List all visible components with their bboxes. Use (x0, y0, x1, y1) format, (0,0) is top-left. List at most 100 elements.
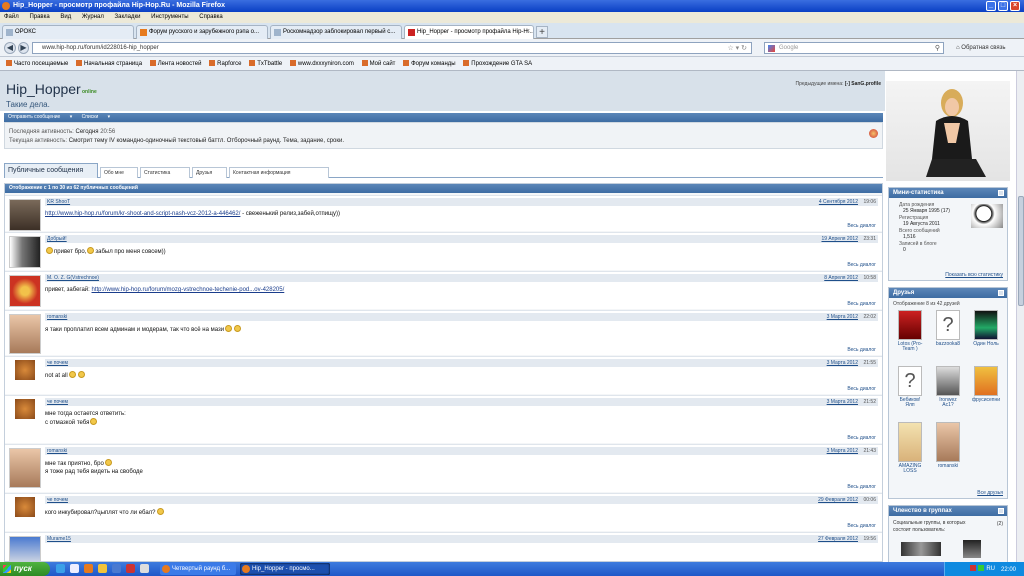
avatar[interactable] (9, 448, 41, 488)
tab-statistics[interactable]: Статистика (140, 167, 190, 178)
collapse-icon[interactable] (998, 290, 1004, 296)
collapse-icon[interactable] (998, 508, 1004, 514)
browser-tab-2[interactable]: Форум русского и зарубежного рэпа о... (136, 25, 268, 39)
send-message-button[interactable]: Отправить сообщение ▾ (8, 114, 72, 120)
avatar[interactable] (9, 536, 41, 561)
message-date[interactable]: 29 Февраля 2012 (818, 496, 858, 504)
friend-item[interactable]: фрусисепни (971, 366, 1001, 403)
all-friends-link[interactable]: Все друзья (977, 490, 1003, 496)
taskbar-item[interactable]: Четвертый раунд б... (160, 563, 236, 575)
bookmark-item[interactable]: Лента новостей (149, 57, 201, 71)
menu-history[interactable]: Журнал (82, 14, 104, 20)
tab-about[interactable]: Обо мне (100, 167, 138, 178)
message-author[interactable]: че почем (47, 496, 68, 504)
avatar[interactable] (15, 360, 35, 380)
full-dialog-link[interactable]: Весь диалог (847, 386, 876, 392)
menu-tools[interactable]: Инструменты (151, 14, 188, 20)
url-bar[interactable]: www.hip-hop.ru/forum/id228016-hip_hopper… (32, 42, 752, 54)
minimize-button[interactable]: _ (986, 1, 996, 11)
full-dialog-link[interactable]: Весь диалог (847, 262, 876, 268)
bookmark-item[interactable]: Прохождение GTA SA (463, 57, 532, 71)
close-tab-icon[interactable]: × (526, 28, 530, 35)
message-author[interactable]: Добрый! (47, 235, 67, 243)
message-author[interactable]: romanski (47, 313, 67, 321)
search-input[interactable]: Google ⚲ (764, 42, 944, 54)
maximize-button[interactable]: □ (998, 1, 1008, 11)
feedback-button[interactable]: ⌂ Обратная связь (956, 42, 1006, 54)
message-date[interactable]: 4 Сентября 2012 (819, 198, 858, 206)
message-date[interactable]: 3 Марта 2012 (827, 398, 858, 406)
tab-contacts[interactable]: Контактная информация (229, 167, 329, 178)
bookmark-item[interactable]: Часто посещаемые (6, 57, 68, 71)
full-dialog-link[interactable]: Весь диалог (847, 523, 876, 529)
message-date[interactable]: 3 Марта 2012 (827, 359, 858, 367)
message-date[interactable]: 19 Апреля 2012 (821, 235, 858, 243)
quicklaunch-icon[interactable] (112, 564, 121, 573)
friend-item[interactable]: AMAZING LOSS (895, 422, 925, 474)
menu-file[interactable]: Файл (4, 14, 19, 20)
scrollbar-thumb[interactable] (1018, 196, 1024, 306)
quicklaunch-icon[interactable] (126, 564, 135, 573)
bookmark-item[interactable]: TxTbattle (249, 57, 282, 71)
browser-tab-4[interactable]: Hip_Hopper - просмотр профайла Hip-H... × (404, 25, 534, 39)
message-author[interactable]: romanski (47, 447, 67, 455)
quicklaunch-icon[interactable] (70, 564, 79, 573)
message-date[interactable]: 3 Марта 2012 (827, 313, 858, 321)
bookmark-item[interactable]: Начальная страница (76, 57, 142, 71)
message-date[interactable]: 3 Марта 2012 (827, 447, 858, 455)
full-dialog-link[interactable]: Весь диалог (847, 484, 876, 490)
menu-bookmarks[interactable]: Закладки (115, 14, 141, 20)
bookmark-item[interactable]: Форум команды (403, 57, 456, 71)
browser-tab-3[interactable]: Роскомнадзор заблокировал первый с... (270, 25, 402, 39)
quicklaunch-icon[interactable] (84, 564, 93, 573)
back-button[interactable]: ◀ (4, 42, 16, 54)
friend-item[interactable]: Ironwez Ac1? (933, 366, 963, 408)
friend-item[interactable]: ? Бебиков! Ялп (895, 366, 925, 408)
bookmark-item[interactable]: Rapforce (209, 57, 242, 71)
search-icon[interactable]: ⚲ (935, 43, 940, 54)
message-link[interactable]: http://www.hip-hop.ru/forum/mozg-vstrech… (92, 287, 285, 293)
group-image[interactable] (901, 542, 941, 556)
avatar[interactable] (9, 314, 41, 354)
forward-button[interactable]: ▶ (18, 42, 29, 54)
bookmark-star-icon[interactable]: ☆ ▾ ↻ (727, 43, 747, 54)
friend-item[interactable]: ? bazzooka8 (933, 310, 963, 347)
current-activity-value[interactable]: Смотрит тему IV командно-одиночный текст… (69, 138, 344, 144)
bookmark-item[interactable]: www.dxxxyniron.com (289, 57, 354, 71)
menu-edit[interactable]: Правка (29, 14, 49, 20)
tray-icon[interactable] (978, 565, 985, 571)
message-date[interactable]: 27 Февраля 2012 (818, 535, 858, 543)
avatar[interactable] (15, 497, 35, 517)
group-image[interactable] (963, 540, 981, 558)
friend-item[interactable]: romanski (933, 422, 963, 469)
message-author[interactable]: M. O. Z. G(Vstrechnoe) (47, 274, 99, 282)
avatar[interactable] (9, 275, 41, 307)
quicklaunch-icon[interactable] (98, 564, 107, 573)
friend-item[interactable]: Lotos (Pro-Team ) (895, 310, 925, 352)
full-dialog-link[interactable]: Весь диалог (847, 301, 876, 307)
new-tab-button[interactable]: + (536, 26, 548, 38)
show-all-stats-link[interactable]: Показать всю статистику (945, 272, 1003, 278)
full-dialog-link[interactable]: Весь диалог (847, 223, 876, 229)
message-author[interactable]: че почем (47, 359, 68, 367)
language-indicator[interactable]: RU (986, 566, 995, 572)
previous-names-value[interactable]: [-] SanG.profile (845, 81, 881, 87)
full-dialog-link[interactable]: Весь диалог (847, 347, 876, 353)
close-button[interactable]: × (1010, 1, 1020, 11)
avatar[interactable] (9, 236, 41, 268)
full-dialog-link[interactable]: Весь диалог (847, 435, 876, 441)
taskbar-item-active[interactable]: Hip_Hopper - просмо... (240, 563, 330, 575)
message-date[interactable]: 8 Апреля 2012 (824, 274, 858, 282)
friend-item[interactable]: Один Ноль (971, 310, 1001, 347)
message-author[interactable]: KR ShooT (47, 198, 70, 206)
quicklaunch-icon[interactable] (56, 564, 65, 573)
avatar[interactable] (9, 199, 41, 231)
menu-view[interactable]: Вид (60, 14, 71, 20)
vertical-scrollbar[interactable] (1016, 71, 1024, 562)
menu-help[interactable]: Справка (199, 14, 223, 20)
message-author[interactable]: Murame15 (47, 535, 71, 543)
message-author[interactable]: че почем (47, 398, 68, 406)
bookmark-item[interactable]: Мой сайт (361, 57, 395, 71)
avatar[interactable] (15, 399, 35, 419)
start-button[interactable]: пуск (0, 562, 50, 576)
